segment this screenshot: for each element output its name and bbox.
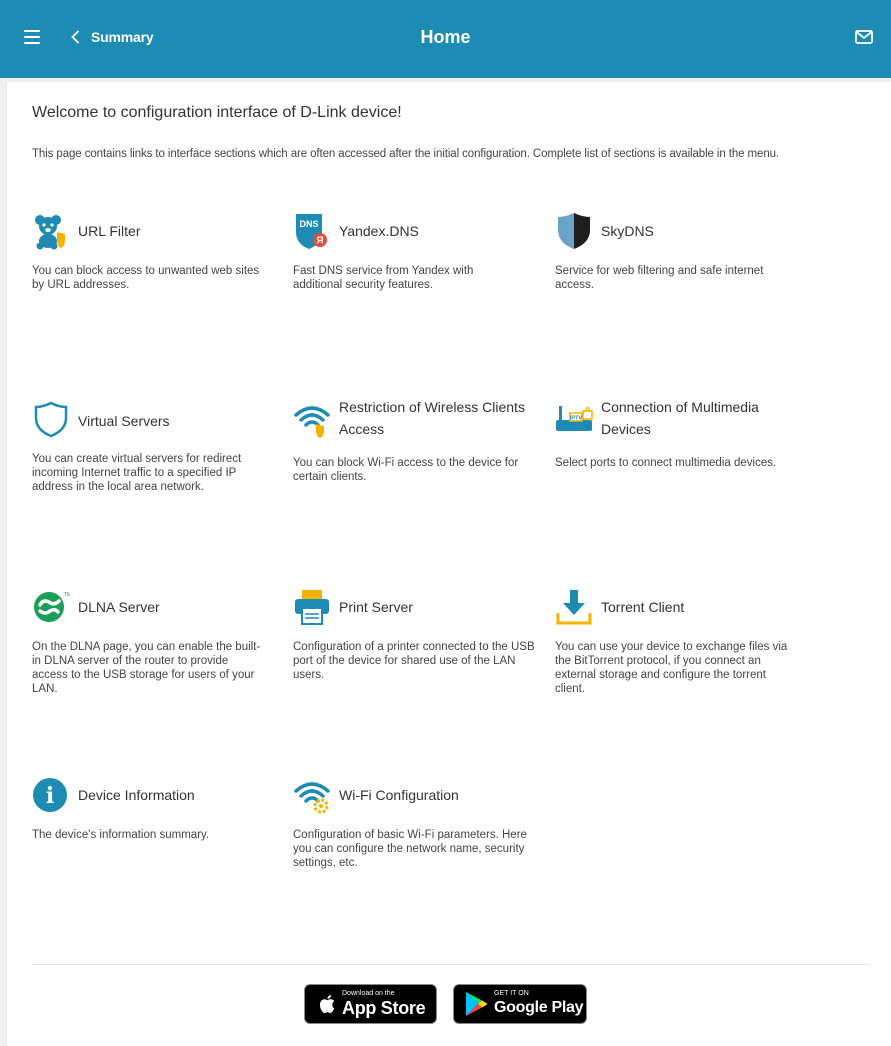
tile-description: You can create virtual servers for redir… <box>32 453 242 493</box>
app-store-big-label: App Store <box>342 998 426 1018</box>
chevron-left-icon <box>71 30 80 44</box>
tile-title: Torrent Client <box>601 599 685 615</box>
yandex-dns-icon: DNS Я <box>293 212 331 250</box>
tile-title: URL Filter <box>78 223 141 239</box>
tile-title: SkyDNS <box>601 223 654 239</box>
tile-title: Wi-Fi Configuration <box>339 787 459 803</box>
multimedia-icon: IPTV <box>555 400 593 438</box>
welcome-heading: Welcome to configuration interface of D-… <box>32 104 402 121</box>
svg-text:i: i <box>46 783 54 809</box>
tile-title: Print Server <box>339 599 413 615</box>
app-store-small-label: Download on the <box>342 990 395 997</box>
intro-text: This page contains links to interface se… <box>32 148 780 160</box>
svg-text:IPTV: IPTV <box>570 416 583 422</box>
tile-title: Connection of Multimedia Devices <box>601 399 759 437</box>
wifi-gear-icon <box>293 776 331 814</box>
info-icon: i <box>32 776 70 814</box>
google-play-icon <box>466 992 488 1016</box>
tile-title: DLNA Server <box>78 599 160 615</box>
tile-description: Service for web filtering and safe inter… <box>555 265 764 291</box>
tile-description: You can block Wi-Fi access to the device… <box>293 457 519 483</box>
tile-title: Restriction of Wireless Clients Access <box>339 399 525 437</box>
divider <box>32 964 870 965</box>
url-filter-icon <box>32 212 70 250</box>
app-store-button[interactable]: Download on the App Store <box>304 984 437 1024</box>
svg-text:DNS: DNS <box>299 219 318 229</box>
svg-text:TM: TM <box>64 592 70 598</box>
back-button[interactable]: Summary <box>68 29 154 45</box>
dlna-icon: TM <box>32 588 70 626</box>
apple-icon <box>319 995 335 1013</box>
tile-description: Fast DNS service from Yandex with additi… <box>293 265 474 291</box>
tile-description: You can block access to unwanted web sit… <box>32 265 260 291</box>
tile-title: Device Information <box>78 787 195 803</box>
shield-outline-icon <box>32 400 70 438</box>
content-card: Welcome to configuration interface of D-… <box>7 82 891 1046</box>
google-play-button[interactable]: GET IT ON Google Play <box>453 984 587 1024</box>
back-button-label: Summary <box>91 29 154 45</box>
google-play-big-label: Google Play <box>494 999 584 1016</box>
skydns-shield-icon <box>555 212 593 250</box>
tile-title: Virtual Servers <box>78 413 170 429</box>
page-title: Home <box>420 27 471 47</box>
top-bar: Summary Home <box>0 0 891 78</box>
svg-text:Я: Я <box>316 236 323 247</box>
tile-description: Configuration of a printer connected to … <box>293 641 535 681</box>
hamburger-menu-icon[interactable] <box>24 30 40 44</box>
tile-description: Select ports to connect multimedia devic… <box>555 457 777 469</box>
tile-description: On the DLNA page, you can enable the bui… <box>32 641 261 695</box>
wifi-shield-icon <box>293 400 331 438</box>
mail-icon[interactable] <box>855 30 873 44</box>
printer-icon <box>293 588 331 626</box>
tile-title: Yandex.DNS <box>339 223 419 239</box>
tile-description: The device's information summary. <box>32 829 210 841</box>
tile-description: You can use your device to exchange file… <box>555 641 788 695</box>
tile-description: Configuration of basic Wi-Fi parameters.… <box>293 829 527 869</box>
google-play-small-label: GET IT ON <box>494 990 529 997</box>
download-icon <box>555 588 593 626</box>
